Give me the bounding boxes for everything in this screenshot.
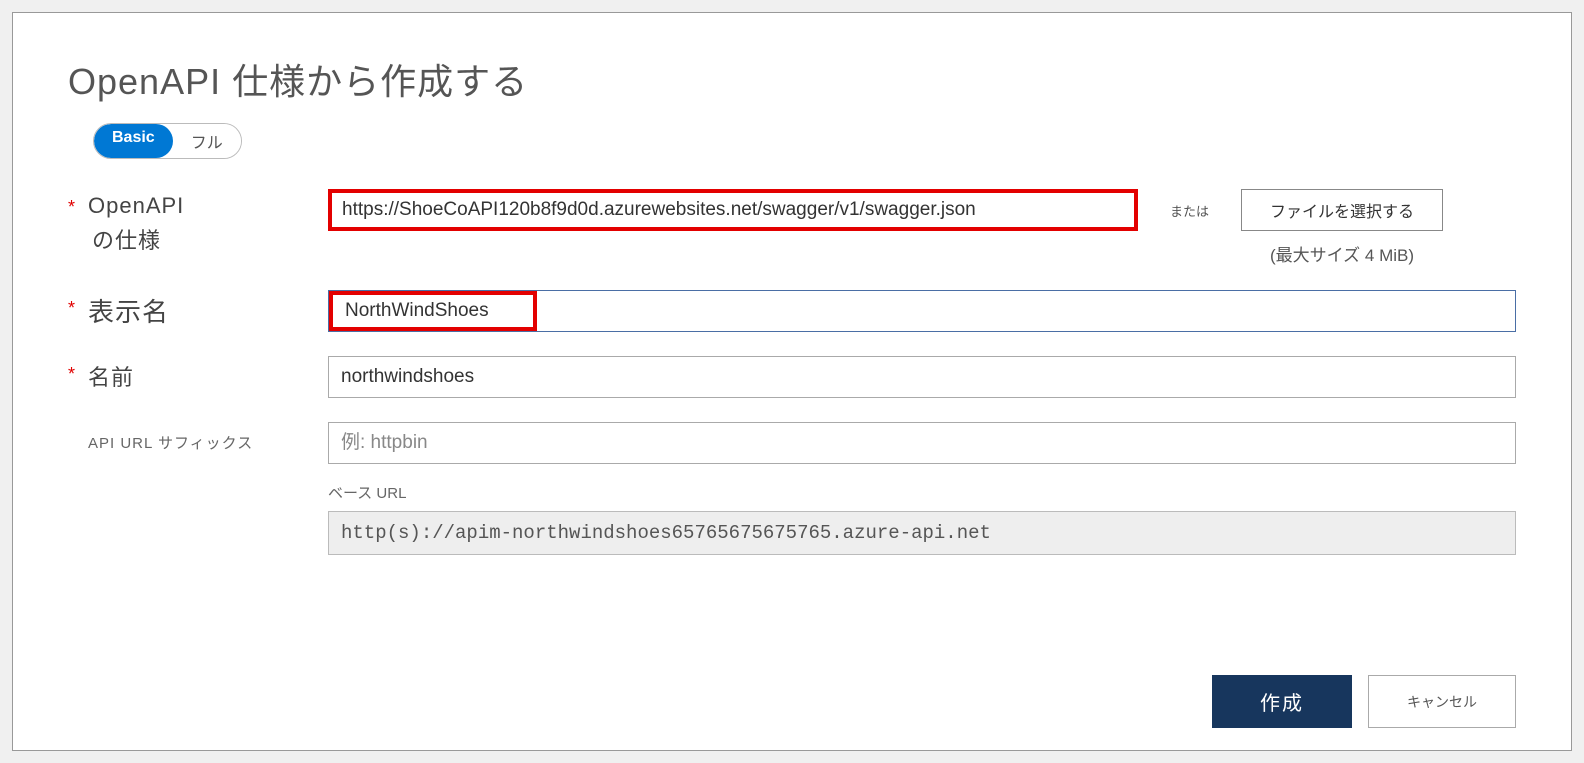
required-mark: *	[68, 189, 88, 218]
row-name: * 名前	[68, 356, 1516, 398]
create-button[interactable]: 作成	[1212, 675, 1352, 728]
toggle-basic[interactable]: Basic	[94, 124, 173, 158]
label-name: 名前	[88, 356, 328, 392]
row-openapi-spec: * OpenAPI の仕様 または ファイルを選択する (最大サイズ 4 MiB…	[68, 189, 1516, 266]
required-mark: *	[68, 290, 88, 319]
create-from-openapi-dialog: OpenAPI 仕様から作成する Basic フル * OpenAPI の仕様 …	[12, 12, 1572, 751]
cancel-button[interactable]: キャンセル	[1368, 675, 1516, 728]
label-openapi-spec: OpenAPI の仕様	[88, 189, 328, 255]
row-api-url-suffix: API URL サフィックス	[68, 422, 1516, 464]
toggle-full[interactable]: フル	[173, 124, 241, 158]
or-separator: または	[1170, 189, 1209, 220]
label-api-url-suffix: API URL サフィックス	[88, 422, 328, 453]
api-url-suffix-input[interactable]	[328, 422, 1516, 464]
file-size-note: (最大サイズ 4 MiB)	[1270, 241, 1414, 266]
base-url-section: ベース URL http(s)://apim-northwindshoes657…	[328, 482, 1516, 555]
required-mark: *	[68, 356, 88, 385]
row-display-name: * 表示名	[68, 290, 1516, 332]
label-display-name: 表示名	[88, 290, 328, 329]
display-name-highlight	[329, 291, 537, 331]
display-name-wrap	[328, 290, 1516, 332]
mode-toggle: Basic フル	[93, 123, 242, 159]
dialog-title: OpenAPI 仕様から作成する	[68, 53, 1516, 105]
dialog-footer: 作成 キャンセル	[1212, 675, 1516, 728]
name-input[interactable]	[328, 356, 1516, 398]
base-url-value: http(s)://apim-northwindshoes65765675675…	[328, 511, 1516, 555]
display-name-input[interactable]	[333, 295, 533, 327]
openapi-spec-highlight	[328, 189, 1138, 231]
openapi-spec-input[interactable]	[332, 193, 1134, 227]
select-file-button[interactable]: ファイルを選択する	[1241, 189, 1443, 231]
label-base-url: ベース URL	[328, 482, 1516, 503]
